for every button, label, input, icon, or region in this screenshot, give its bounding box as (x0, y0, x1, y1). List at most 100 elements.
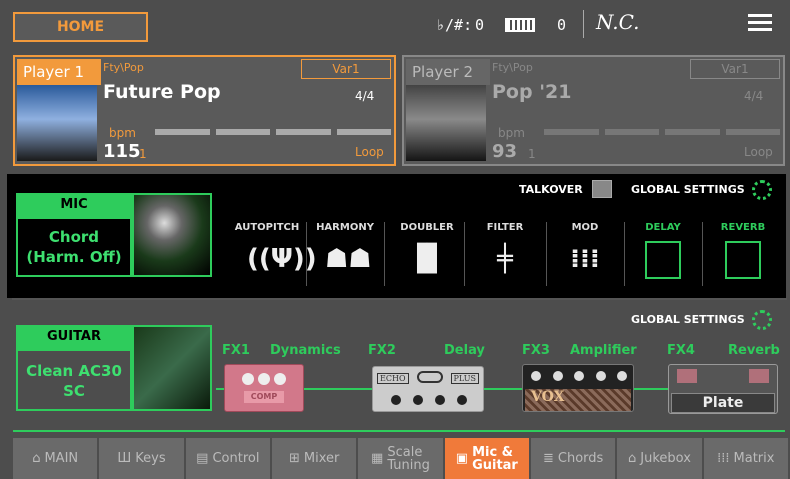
tab-label: Matrix (733, 451, 775, 466)
mic-preset[interactable]: Chord (Harm. Off) (16, 217, 132, 277)
divider (702, 222, 703, 286)
divider (384, 222, 385, 286)
mic-fx-doubler[interactable]: DOUBLER ▐▌ (394, 222, 460, 277)
mic-fx-mod[interactable]: MOD ⁞⁞⁞ (552, 222, 618, 277)
jukebox-icon: ⌂ (628, 451, 637, 466)
variation-button[interactable]: Var1 (301, 59, 391, 79)
transpose-label: ♭/#: (436, 16, 473, 34)
home-button[interactable]: HOME (13, 12, 148, 42)
divider (464, 222, 465, 286)
knobs (391, 395, 467, 405)
knobs (242, 373, 286, 385)
tab-scale-tuning[interactable]: ▦ Scale Tuning (358, 438, 443, 479)
mic-fx-reverb[interactable]: REVERB (710, 222, 776, 279)
player-1-panel[interactable]: Player 1 Fty\Pop Var1 Future Pop 4/4 bpm… (13, 55, 396, 166)
mic-global-settings-label[interactable]: GLOBAL SETTINGS (631, 183, 745, 196)
tab-chords[interactable]: ≣ Chords (530, 438, 616, 479)
bpm-value[interactable]: 93 (492, 141, 517, 162)
guitar-global-settings-label[interactable]: GLOBAL SETTINGS (631, 313, 745, 326)
talkover-toggle[interactable] (592, 180, 612, 198)
fx2-pedal[interactable]: ECHO PLUS (372, 366, 484, 412)
guitar-image[interactable] (132, 325, 212, 411)
chord-display: N.C. (596, 10, 640, 34)
fx3-name[interactable]: Amplifier (570, 343, 637, 358)
bpm-label: bpm (498, 126, 525, 140)
guitar-preset[interactable]: Clean AC30 SC (16, 349, 132, 411)
knobs (531, 371, 627, 381)
fx1-slot: FX1 (222, 343, 250, 358)
fx3-slot: FX3 (522, 343, 550, 358)
home-icon: ⌂ (32, 451, 41, 466)
delay-planes-icon (645, 241, 681, 279)
fx-label: DELAY (645, 222, 681, 233)
delay-window (417, 371, 443, 383)
mixer-icon: ⊞ (288, 451, 300, 466)
gear-icon[interactable] (752, 310, 772, 330)
tab-label: Mixer (303, 451, 340, 466)
variation-button[interactable]: Var1 (690, 59, 780, 79)
harmony-faces-icon: ☗☗ (325, 244, 372, 274)
tab-jukebox[interactable]: ⌂ Jukebox (617, 438, 702, 479)
meter: 4/4 (355, 89, 375, 103)
style-name[interactable]: Pop '21 (492, 81, 571, 103)
tab-control[interactable]: ▤ Control (185, 438, 270, 479)
mic-fx-autopitch[interactable]: AUTOPITCH ((Ψ)) (234, 222, 317, 277)
keyboard-icon (505, 18, 535, 32)
comp-label: COMP (244, 391, 284, 403)
tab-mixer[interactable]: ⊞ Mixer (271, 438, 357, 479)
player-name: Player 1 (17, 59, 101, 85)
player-2-panel[interactable]: Player 2 Fty\Pop Var1 Pop '21 4/4 bpm 93… (402, 55, 785, 166)
bpm-value[interactable]: 115 (103, 141, 141, 162)
fx2-name[interactable]: Delay (444, 343, 485, 358)
fx-label: REVERB (720, 222, 766, 233)
control-icon: ▤ (196, 451, 209, 466)
divider (306, 222, 307, 286)
tab-matrix[interactable]: ⁞⁞⁞ Matrix (703, 438, 788, 479)
fx4-name[interactable]: Reverb (728, 343, 780, 358)
menu-icon[interactable] (748, 14, 772, 34)
tab-label: Keys (135, 451, 166, 466)
tab-label: Scale (387, 444, 423, 460)
style-category: Fty\Pop (103, 61, 144, 74)
fx-label: MOD (571, 222, 599, 233)
fx1-pedal[interactable]: COMP (224, 364, 304, 412)
tuning-fork-icon: ((Ψ)) (247, 244, 317, 274)
loop-mode: Loop (355, 145, 384, 159)
player-name: Player 2 (406, 59, 490, 85)
reverb-type: Plate (671, 393, 775, 413)
tab-keys[interactable]: Ш Keys (99, 438, 184, 479)
mic-title[interactable]: MIC (16, 193, 132, 217)
beat-bars (155, 129, 391, 135)
mic-fx-harmony[interactable]: HARMONY ☗☗ (312, 222, 378, 277)
singer-image (406, 85, 486, 161)
fx1-name[interactable]: Dynamics (270, 343, 341, 358)
tab-main[interactable]: ⌂ MAIN (13, 438, 98, 479)
beat-value: 1 (139, 147, 147, 161)
guitar-title[interactable]: GUITAR (16, 325, 132, 349)
scale-icon: ▦ (371, 451, 384, 466)
style-name[interactable]: Future Pop (103, 81, 221, 103)
mic-fx-filter[interactable]: FILTER ╪ (472, 222, 538, 277)
fx-label: AUTOPITCH (234, 222, 300, 233)
fx4-pedal[interactable]: Plate (668, 364, 778, 414)
tab-mic-guitar[interactable]: ▣ Mic & Guitar (444, 438, 529, 479)
mic-preset-line1: Chord (48, 228, 100, 246)
meter: 4/4 (744, 89, 764, 103)
tab-label: Jukebox (640, 451, 691, 466)
divider (546, 222, 547, 286)
transpose-value[interactable]: 0 (475, 16, 484, 34)
octave-value[interactable]: 0 (557, 16, 566, 34)
fx-label: DOUBLER (400, 222, 454, 233)
gear-icon[interactable] (752, 180, 772, 200)
microphone-image[interactable] (132, 193, 212, 277)
beat-value: 1 (528, 147, 536, 161)
lamp-icon (677, 369, 697, 383)
guitar-preset-line2: SC (63, 382, 85, 400)
echo-label: ECHO (377, 373, 409, 384)
fx3-pedal[interactable]: VOX (522, 364, 634, 412)
talkover-label: TALKOVER (519, 183, 583, 196)
bottom-tab-bar: ⌂ MAIN Ш Keys ▤ Control ⊞ Mixer ▦ Scale Tuning… (13, 438, 788, 479)
mic-fx-delay[interactable]: DELAY (630, 222, 696, 279)
guitar-preset-line1: Clean AC30 (26, 362, 122, 380)
divider (12, 298, 787, 300)
